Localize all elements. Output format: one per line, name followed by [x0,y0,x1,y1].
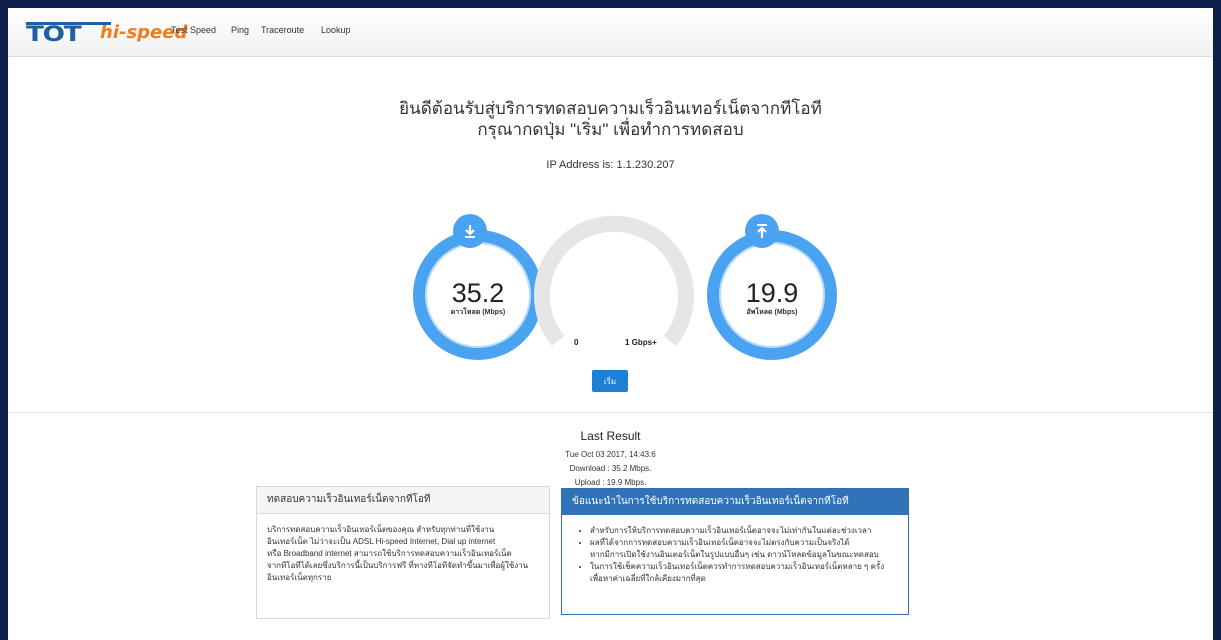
logo-tot-text: TOT [26,21,111,44]
tips-panel: ข้อแนะนำในการใช้บริการทดสอบความเร็วอินเท… [561,488,909,615]
info-line: อินเทอร์เน็ตทุกราย [267,573,332,582]
tot-logo[interactable]: TOT hi-speed [26,20,187,44]
tip-item: ในการใช้เช็คความเร็วอินเทอร์เน็ตควรทำการ… [590,561,908,585]
upload-value: 19.9 [745,277,799,308]
ip-address: IP Address is: 1.1.230.207 [546,159,675,171]
start-button[interactable]: เริ่ม [592,370,628,392]
last-result-date: Tue Oct 03 2017, 14:43:6 [565,450,656,459]
info-panel-title: ทดสอบความเร็วอินเทอร์เน็ตจากทีโอที [257,487,549,514]
gauge-max-label: 1 Gbps+ [625,338,657,347]
download-unit: ดาวโหลด (Mbps) [450,308,506,316]
info-line: อินเทอร์เน็ต ไม่ว่าจะเป็น ADSL Hi-speed … [267,537,496,546]
tip-line: ในการใช้เช็คความเร็วอินเทอร์เน็ตควรทำการ… [590,562,885,571]
welcome-instruction: กรุณากดปุ่ม "เริ่ม" เพื่อทำการทดสอบ [477,120,744,139]
upload-unit: อัพโหลด (Mbps) [746,308,798,316]
download-gauge: 35.2 ดาวโหลด (Mbps) [413,230,543,360]
tip-line: สำหรับการให้บริการทดสอบความเร็วอินเทอร์เ… [590,526,872,535]
tip-item: สำหรับการให้บริการทดสอบความเร็วอินเทอร์เ… [590,525,908,537]
nav-traceroute[interactable]: Traceroute [261,25,304,35]
download-value: 35.2 [451,277,505,308]
upload-gauge: 19.9 อัพโหลด (Mbps) [707,230,837,360]
tips-panel-title: ข้อแนะนำในการใช้บริการทดสอบความเร็วอินเท… [562,489,908,515]
last-result-download: Download : 35.2 Mbps. [569,464,652,473]
nav-test-speed[interactable]: Test Speed [171,25,216,35]
tip-line: หากมีการเปิดใช้งานอินเตอร์เน็ตในรูปแบบอื… [590,550,879,559]
info-line: บริการทดสอบความเร็วอินเทอร์เน็ตของคุณ สำ… [267,525,495,534]
upload-icon [745,214,779,248]
info-line: จากทีโอทีได้เลยซึ่งบริการนี้เป็นบริการฟร… [267,561,529,570]
section-divider [8,412,1213,413]
gauge-min-label: 0 [574,338,579,347]
speed-gauge [534,191,694,360]
tip-line: เพื่อหาค่าเฉลี่ยที่ใกล้เคียงมากที่สุด [590,574,706,583]
last-result-upload: Upload : 19.9 Mbps. [574,478,647,487]
page: TOT hi-speed Test Speed Ping Traceroute … [8,8,1213,640]
tip-item: ผลที่ได้จากการทดสอบความเร็วอินเทอร์เน็ตอ… [590,537,908,561]
tips-list: สำหรับการให้บริการทดสอบความเร็วอินเทอร์เ… [562,525,908,585]
info-panel-body: บริการทดสอบความเร็วอินเทอร์เน็ตของคุณ สำ… [257,514,549,584]
navbar: TOT hi-speed Test Speed Ping Traceroute … [8,8,1213,57]
info-line: หรือ Broadband internet สามารถใช้บริการท… [267,549,512,558]
tip-line: ผลที่ได้จากการทดสอบความเร็วอินเทอร์เน็ตอ… [590,538,850,547]
download-icon [453,214,487,248]
nav-lookup[interactable]: Lookup [321,25,351,35]
info-panel: ทดสอบความเร็วอินเทอร์เน็ตจากทีโอที บริกา… [256,486,550,619]
last-result-title: Last Result [580,429,641,443]
nav-ping[interactable]: Ping [231,25,249,35]
